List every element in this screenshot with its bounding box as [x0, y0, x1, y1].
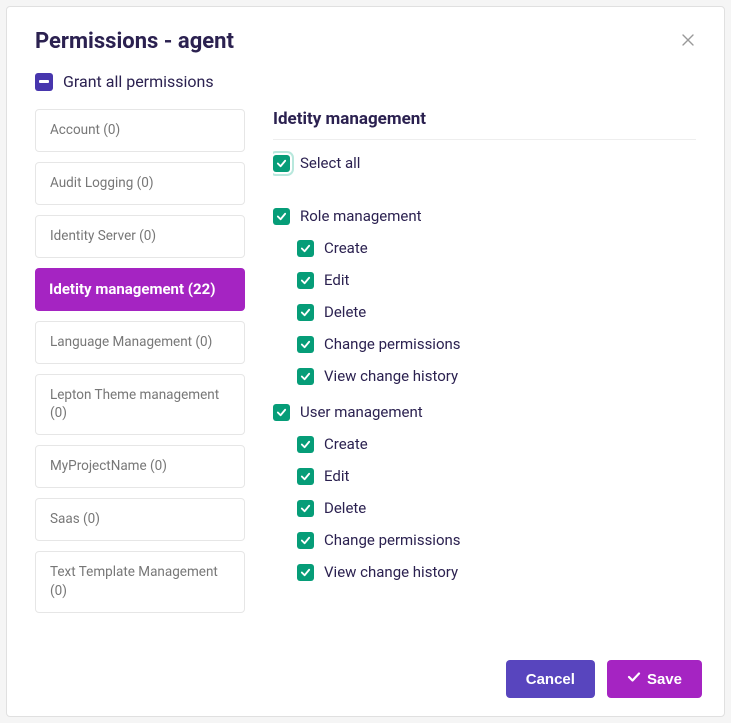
- checkbox-checked-icon[interactable]: [297, 304, 314, 321]
- sidebar-item[interactable]: Idetity management (22): [35, 268, 245, 311]
- sidebar: Account (0) Audit Logging (0) Identity Ser…: [35, 109, 245, 642]
- permission-row[interactable]: Create: [273, 428, 688, 460]
- sidebar-item-label: Audit Logging (0): [50, 175, 154, 191]
- grant-all-label: Grant all permissions: [63, 72, 214, 91]
- save-button-label: Save: [647, 671, 682, 688]
- sidebar-item[interactable]: Saas (0): [35, 498, 245, 541]
- select-all-row[interactable]: Select all: [273, 154, 696, 172]
- permission-row[interactable]: Delete: [273, 492, 688, 524]
- checkbox-checked-icon[interactable]: [297, 272, 314, 289]
- sidebar-item[interactable]: Language Management (0): [35, 321, 245, 364]
- permission-label: Edit: [324, 467, 349, 485]
- permission-label: Delete: [324, 303, 366, 321]
- cancel-button[interactable]: Cancel: [506, 660, 595, 698]
- checkbox-checked-icon[interactable]: [297, 368, 314, 385]
- page-title: Permissions - agent: [35, 29, 234, 54]
- sidebar-item-label: Idetity management (22): [49, 280, 216, 298]
- permission-group: Role management Create Edit Delete Change pe…: [273, 200, 688, 392]
- permission-label: View change history: [324, 563, 458, 581]
- sidebar-item-label: Identity Server (0): [50, 228, 156, 244]
- permission-label: Delete: [324, 499, 366, 517]
- sidebar-item-label: Account (0): [50, 122, 120, 138]
- permission-label: View change history: [324, 367, 458, 385]
- sidebar-item[interactable]: Audit Logging (0): [35, 162, 245, 205]
- sidebar-item-label: Language Management (0): [50, 334, 212, 350]
- sidebar-item[interactable]: Text Template Management (0): [35, 551, 245, 613]
- checkbox-checked-icon[interactable]: [297, 336, 314, 353]
- permission-label: Edit: [324, 271, 349, 289]
- permission-row[interactable]: Edit: [273, 264, 688, 296]
- permission-row[interactable]: View change history: [273, 360, 688, 392]
- checkbox-checked-icon[interactable]: [297, 532, 314, 549]
- permission-row[interactable]: Change permissions: [273, 328, 688, 360]
- permission-row[interactable]: Change permissions: [273, 524, 688, 556]
- permission-label: Create: [324, 239, 368, 257]
- checkbox-checked-icon[interactable]: [297, 500, 314, 517]
- permission-group-row[interactable]: Role management: [273, 200, 688, 232]
- permission-label: Change permissions: [324, 335, 461, 353]
- permission-row[interactable]: Edit: [273, 460, 688, 492]
- sidebar-item[interactable]: Identity Server (0): [35, 215, 245, 258]
- permissions-list[interactable]: Role management Create Edit Delete Change pe…: [273, 200, 696, 642]
- permission-row[interactable]: View change history: [273, 556, 688, 588]
- sidebar-item-label: MyProjectName (0): [50, 458, 167, 474]
- sidebar-item[interactable]: MyProjectName (0): [35, 445, 245, 488]
- close-icon: [680, 32, 696, 51]
- permission-row[interactable]: Delete: [273, 296, 688, 328]
- checkbox-checked-icon[interactable]: [297, 564, 314, 581]
- checkbox-checked-icon[interactable]: [297, 468, 314, 485]
- permission-label: Change permissions: [324, 531, 461, 549]
- sidebar-item[interactable]: Account (0): [35, 109, 245, 152]
- checkbox-checked-icon[interactable]: [297, 436, 314, 453]
- permission-group-row[interactable]: User management: [273, 396, 688, 428]
- close-button[interactable]: [680, 32, 696, 51]
- cancel-button-label: Cancel: [526, 671, 575, 688]
- permission-group-label: User management: [300, 403, 423, 421]
- checkbox-checked-icon[interactable]: [273, 208, 290, 225]
- select-all-label: Select all: [300, 154, 360, 172]
- sidebar-item-label: Saas (0): [50, 511, 100, 527]
- permission-label: Create: [324, 435, 368, 453]
- checkbox-checked-icon[interactable]: [297, 240, 314, 257]
- sidebar-item-label: Lepton Theme management (0): [50, 387, 219, 422]
- check-icon: [627, 670, 641, 688]
- sidebar-item-label: Text Template Management (0): [50, 564, 218, 599]
- panel-title: Idetity management: [273, 109, 696, 140]
- permission-row[interactable]: Create: [273, 232, 688, 264]
- checkbox-checked-icon[interactable]: [273, 155, 290, 172]
- permission-group-label: Role management: [300, 207, 422, 225]
- checkbox-checked-icon[interactable]: [273, 404, 290, 421]
- sidebar-item[interactable]: Lepton Theme management (0): [35, 374, 245, 436]
- indeterminate-checkbox-icon[interactable]: [35, 73, 53, 91]
- save-button[interactable]: Save: [607, 660, 702, 698]
- grant-all-row[interactable]: Grant all permissions: [35, 72, 696, 91]
- permission-group: User management Create Edit Delete Change pe…: [273, 396, 688, 588]
